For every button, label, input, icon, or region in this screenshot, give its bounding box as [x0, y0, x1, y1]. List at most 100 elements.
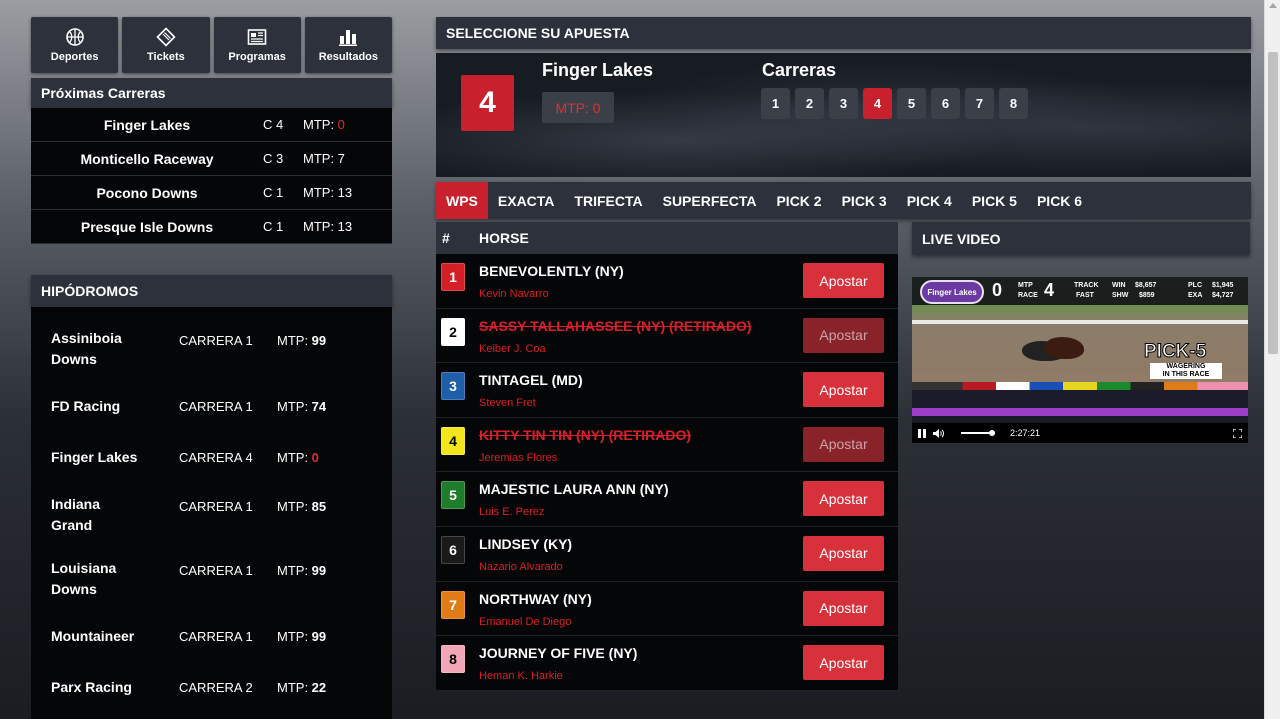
- video-controls: 2:27:21: [912, 423, 1248, 443]
- jockey-name: Jeremias Flores: [479, 451, 558, 464]
- race-button-5[interactable]: 5: [897, 88, 926, 119]
- horse-list: 1 BENEVOLENTLY (NY) Kevin Navarro Apostar 2 S…: [436, 254, 898, 691]
- nav-programas-button[interactable]: Programas: [213, 17, 301, 73]
- bet-button[interactable]: Apostar: [803, 372, 884, 408]
- race-button-6[interactable]: 6: [931, 88, 960, 119]
- next-race-row[interactable]: Finger Lakes C 4 MTP: 0: [31, 108, 392, 142]
- track-mtp: MTP: 0: [277, 450, 319, 465]
- next-races-list: Finger Lakes C 4 MTP: 0 Monticello Raceway C…: [31, 108, 392, 244]
- horse-number-badge: 2: [441, 317, 465, 346]
- live-video-title: LIVE VIDEO: [912, 222, 1250, 255]
- track-mtp: MTP: 99: [277, 629, 327, 644]
- track-row[interactable]: Finger Lakes CARRERA 4 MTP: 0: [31, 432, 392, 483]
- bet-selection-body: 4 Finger Lakes MTP: 0 Carreras 12345678: [436, 53, 1251, 177]
- scroll-thumb[interactable]: [1268, 52, 1278, 354]
- video-win-label: WIN: [1112, 282, 1126, 289]
- track-row[interactable]: Assiniboia Downs CARRERA 1 MTP: 99: [31, 317, 392, 381]
- bet-button[interactable]: Apostar: [803, 481, 884, 517]
- bet-button[interactable]: Apostar: [803, 590, 884, 626]
- next-race-row[interactable]: Pocono Downs C 1 MTP: 13: [31, 176, 392, 210]
- bet-button[interactable]: Apostar: [803, 535, 884, 571]
- tab-superfecta[interactable]: SUPERFECTA: [653, 182, 767, 219]
- tracks-panel: HIPÓDROMOS Assiniboia Downs CARRERA 1 MTP: …: [31, 275, 392, 719]
- nav-deportes-button[interactable]: Deportes: [31, 17, 119, 73]
- fullscreen-icon[interactable]: [1233, 428, 1242, 438]
- track-row[interactable]: Parx Racing CARRERA 2 MTP: 22: [31, 662, 392, 713]
- tab-exacta[interactable]: EXACTA: [488, 182, 565, 219]
- horse-number-badge: 6: [441, 535, 465, 564]
- next-race-row[interactable]: Presque Isle Downs C 1 MTP: 13: [31, 210, 392, 244]
- track-mtp-value: 99: [311, 629, 327, 644]
- track-row[interactable]: FD Racing CARRERA 1 MTP: 74: [31, 381, 392, 432]
- race-button-7[interactable]: 7: [965, 88, 994, 119]
- race-button-1[interactable]: 1: [761, 88, 790, 119]
- horse-number-badge: 7: [441, 590, 465, 619]
- jockey-name: Keiber J. Coa: [479, 342, 546, 355]
- tab-pick-4[interactable]: PICK 4: [897, 182, 962, 219]
- tracks-list: Assiniboia Downs CARRERA 1 MTP: 99 FD Racing…: [31, 307, 392, 713]
- odds-purple-strip: [912, 408, 1248, 416]
- horse-table-header: # HORSE: [436, 222, 898, 254]
- bet-button[interactable]: Apostar: [803, 645, 884, 681]
- video-plc-label: PLC: [1188, 282, 1202, 289]
- nav-resultados-button[interactable]: Resultados: [304, 17, 392, 73]
- next-race-number: C 4: [263, 117, 284, 132]
- nav-deportes-label: Deportes: [50, 51, 99, 63]
- mtp-badge: MTP: 0: [542, 92, 614, 123]
- video-mtp-count: 0: [992, 280, 1003, 300]
- bet-button: Apostar: [803, 426, 884, 462]
- video-horse: [1044, 337, 1084, 359]
- jockey-name: Kevin Navarro: [479, 288, 549, 300]
- pause-icon[interactable]: [918, 428, 926, 438]
- video-shw-pool: $859: [1139, 292, 1155, 299]
- volume-icon[interactable]: [933, 428, 944, 438]
- horse-name: JOURNEY OF FIVE (NY): [479, 645, 638, 662]
- horse-name: TINTAGEL (MD): [479, 372, 583, 389]
- next-races-panel: Próximas Carreras Finger Lakes C 4 MTP: 0 M…: [31, 78, 392, 244]
- bet-button[interactable]: Apostar: [803, 263, 884, 298]
- track-name: Louisiana Downs: [51, 558, 179, 600]
- next-race-row[interactable]: Monticello Raceway C 3 MTP: 7: [31, 142, 392, 176]
- video-exa-label: EXA: [1188, 292, 1203, 299]
- tab-pick-2[interactable]: PICK 2: [766, 182, 831, 219]
- track-race: CARRERA 1: [179, 563, 253, 578]
- tab-pick-6[interactable]: PICK 6: [1027, 182, 1092, 219]
- race-button-3[interactable]: 3: [829, 88, 858, 119]
- track-row[interactable]: Louisiana Downs CARRERA 1 MTP: 99: [31, 547, 392, 611]
- track-row[interactable]: Indiana Grand CARRERA 1 MTP: 85: [31, 483, 392, 547]
- race-button-4[interactable]: 4: [863, 88, 892, 119]
- video-odds-board: [912, 382, 1248, 423]
- tab-trifecta[interactable]: TRIFECTA: [564, 182, 652, 219]
- track-name: Indiana Grand: [51, 494, 179, 536]
- tab-wps[interactable]: WPS: [436, 182, 488, 219]
- bet-selection-panel: SELECCIONE SU APUESTA 4 Finger Lakes MTP…: [436, 17, 1251, 177]
- race-button-8[interactable]: 8: [999, 88, 1028, 119]
- track-mtp-value: 22: [311, 680, 327, 695]
- nav-resultados-label: Resultados: [318, 51, 379, 63]
- tab-pick-5[interactable]: PICK 5: [962, 182, 1027, 219]
- video-player[interactable]: Finger Lakes 0 MTP RACE 4 TRACK FAST WIN…: [912, 277, 1248, 443]
- track-name-line-1: Assiniboia: [51, 330, 122, 346]
- selected-track-name: Finger Lakes: [542, 60, 654, 80]
- volume-slider[interactable]: [961, 430, 995, 436]
- track-race: CARRERA 2: [179, 680, 253, 695]
- track-name: Assiniboia Downs: [51, 328, 179, 370]
- next-race-mtp: MTP: 13: [303, 185, 353, 200]
- track-name-line-2: Downs: [51, 351, 97, 367]
- track-row[interactable]: Mountaineer CARRERA 1 MTP: 99: [31, 611, 392, 662]
- jockey-name: Luis E. Perez: [479, 506, 545, 519]
- tab-pick-3[interactable]: PICK 3: [832, 182, 897, 219]
- nav-tickets-button[interactable]: Tickets: [122, 17, 210, 73]
- next-race-mtp-value: 13: [337, 185, 353, 200]
- newspaper-icon: [247, 29, 267, 45]
- nav-programas-label: Programas: [228, 51, 286, 63]
- video-shw-label: SHW: [1112, 292, 1129, 299]
- live-video-panel: LIVE VIDEO Finger Lakes 0 MTP RACE 4 TRA…: [912, 222, 1250, 444]
- race-button-2[interactable]: 2: [795, 88, 824, 119]
- scroll-up-arrow[interactable]: [1269, 3, 1277, 8]
- next-race-mtp-value: 0: [337, 117, 345, 132]
- horse-number-badge: 8: [441, 645, 465, 674]
- horse-name: KITTY TIN TIN (NY) (RETIRADO): [479, 426, 692, 443]
- page-scrollbar[interactable]: [1264, 0, 1280, 719]
- horse-number-badge: 5: [441, 481, 465, 510]
